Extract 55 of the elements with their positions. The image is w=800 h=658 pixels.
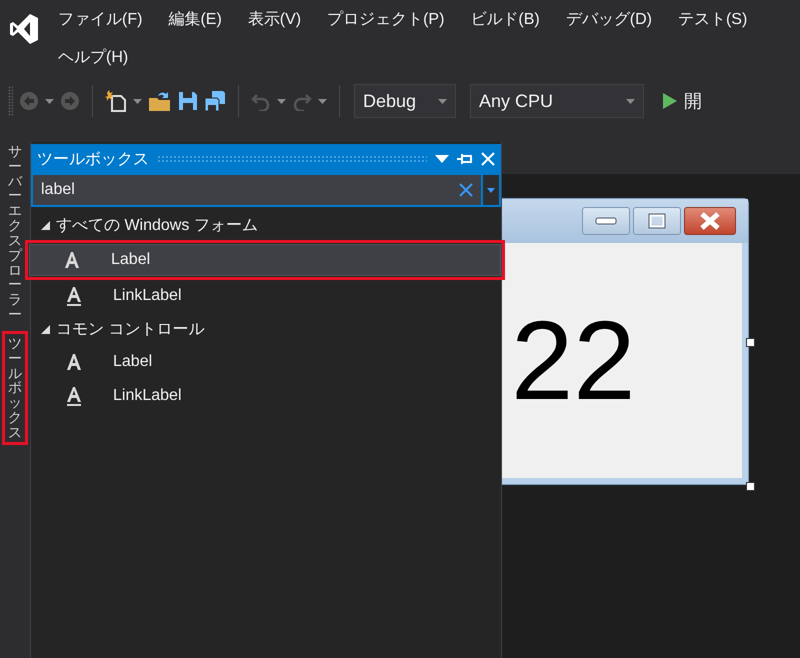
- underlined-a-icon: [65, 386, 83, 406]
- open-folder-icon[interactable]: [148, 90, 172, 112]
- dropdown-caret-icon[interactable]: [45, 98, 54, 104]
- side-tab[interactable]: ツールボックス: [5, 334, 25, 442]
- letter-a-icon: [63, 250, 81, 270]
- side-tab[interactable]: サーバーエクスプローラー: [5, 142, 25, 324]
- resize-handle[interactable]: [746, 338, 755, 347]
- toolbox-item[interactable]: LinkLabel: [31, 280, 501, 312]
- menu-item[interactable]: プロジェクト(P): [314, 8, 458, 30]
- search-options-button[interactable]: [483, 175, 499, 205]
- maximize-button[interactable]: [633, 207, 681, 235]
- configuration-dropdown[interactable]: Debug: [354, 84, 456, 118]
- panel-title: ツールボックス: [37, 150, 149, 170]
- expander-icon[interactable]: [41, 324, 50, 334]
- maximize-icon[interactable]: [648, 213, 666, 229]
- play-icon[interactable]: [662, 92, 678, 110]
- menu-item[interactable]: テスト(S): [664, 8, 760, 30]
- underlined-a-icon: [65, 286, 83, 306]
- close-button[interactable]: [684, 207, 736, 235]
- save-all-icon[interactable]: [204, 90, 226, 112]
- form-window[interactable]: 22: [502, 198, 749, 485]
- save-icon[interactable]: [178, 91, 198, 111]
- caret-icon[interactable]: [438, 98, 447, 104]
- menu-item[interactable]: 表示(V): [234, 8, 314, 30]
- new-project-icon[interactable]: [105, 90, 127, 112]
- platform-dropdown[interactable]: Any CPU: [470, 84, 644, 118]
- toolbox-item[interactable]: LinkLabel: [31, 380, 501, 412]
- panel-grip[interactable]: [157, 155, 427, 163]
- logo-icon: [10, 14, 38, 44]
- close-icon[interactable]: [481, 152, 495, 166]
- minimize-button[interactable]: [582, 207, 630, 235]
- caret-icon[interactable]: [487, 188, 495, 192]
- toolbox-item[interactable]: Label: [31, 346, 501, 378]
- dropdown-caret-icon[interactable]: [133, 98, 142, 104]
- menu-item[interactable]: ヘルプ(H): [56, 46, 142, 68]
- menu-item[interactable]: デバッグ(D): [552, 8, 665, 30]
- menu-item[interactable]: ビルド(B): [457, 8, 553, 30]
- search-box[interactable]: label: [33, 175, 481, 205]
- toolbar-grip[interactable]: [8, 86, 13, 116]
- dropdown-caret-icon[interactable]: [277, 98, 286, 104]
- group-header[interactable]: すべての Windows フォーム: [56, 214, 258, 236]
- dropdown-caret-icon[interactable]: [318, 98, 327, 104]
- menu-item[interactable]: 編集(E): [155, 8, 235, 30]
- clear-icon[interactable]: [459, 183, 473, 197]
- caret-icon[interactable]: [626, 98, 635, 104]
- dropdown-icon[interactable]: [435, 155, 449, 163]
- pin-icon[interactable]: [457, 153, 473, 165]
- start-button[interactable]: 開: [684, 89, 702, 113]
- expander-icon[interactable]: [41, 220, 50, 230]
- resize-handle[interactable]: [746, 482, 755, 491]
- minimize-icon[interactable]: [595, 217, 617, 225]
- group-header[interactable]: コモン コントロール: [56, 318, 204, 340]
- letter-a-icon: [65, 352, 83, 372]
- close-icon[interactable]: [699, 212, 721, 230]
- menu-item[interactable]: ファイル(F): [56, 8, 156, 30]
